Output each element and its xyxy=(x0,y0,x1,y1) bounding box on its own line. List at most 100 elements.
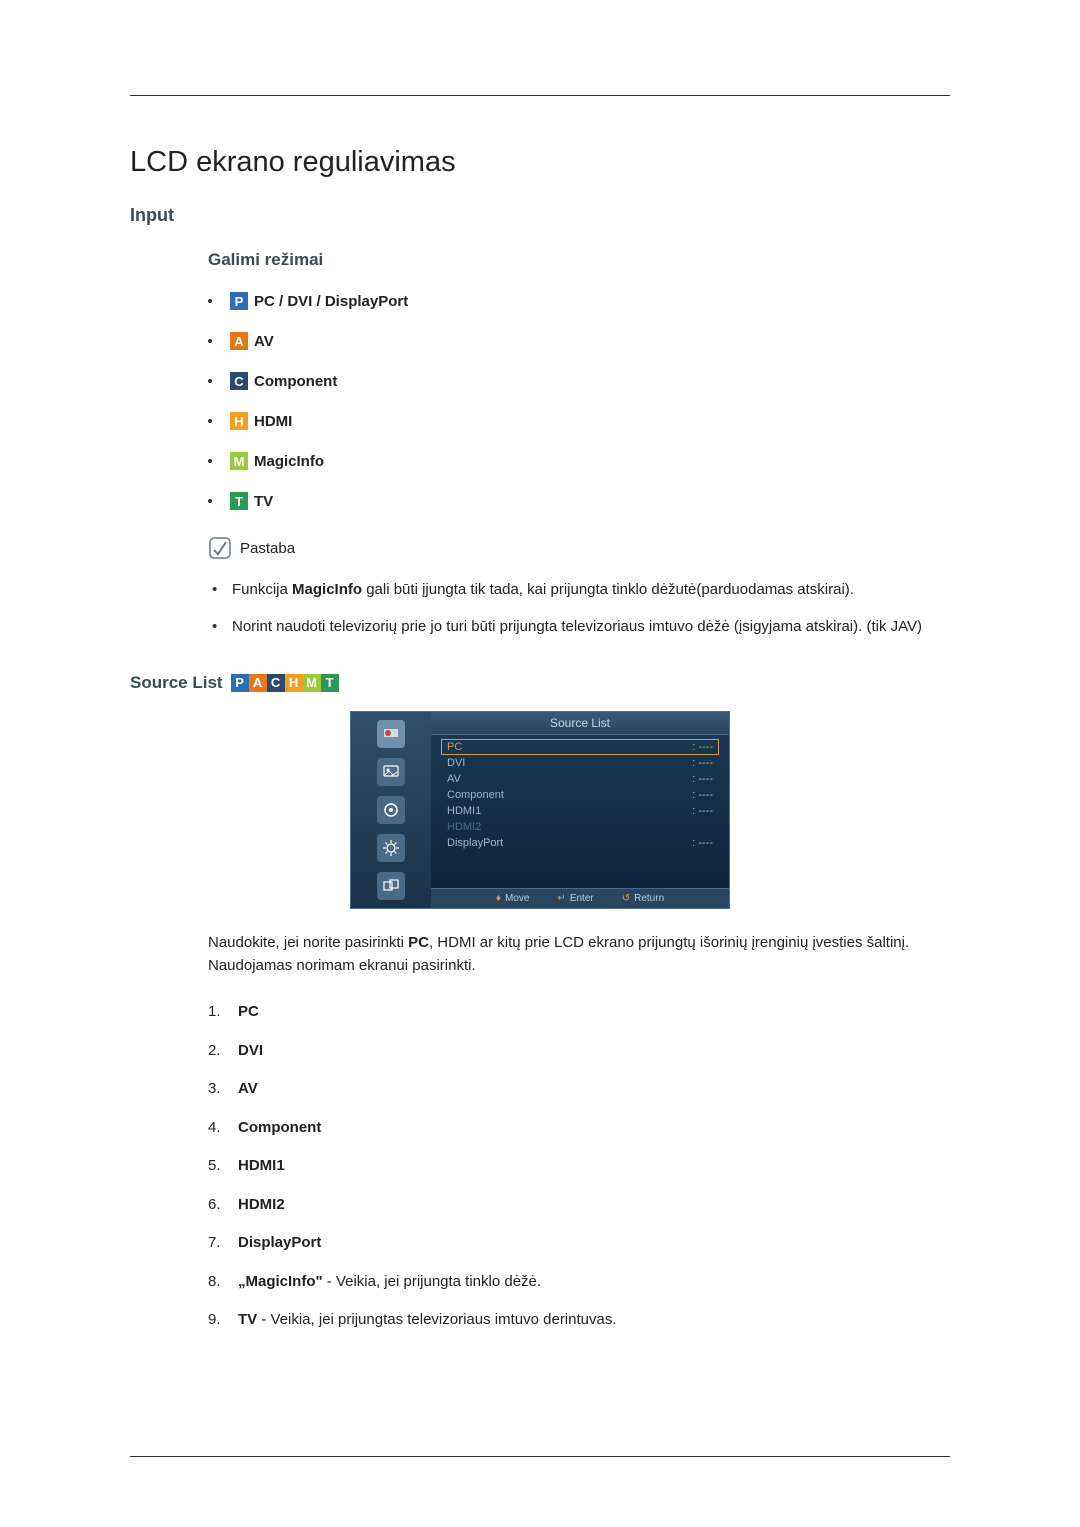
osd-footer-return: ↺ Return xyxy=(622,893,664,904)
source-bold: PC xyxy=(238,1003,259,1020)
osd-footer: ♦ Move ↵ Enter ↺ Return xyxy=(431,888,729,908)
desc-prefix: Naudokite, jei norite pasirinkti xyxy=(208,934,408,951)
mode-label: HDMI xyxy=(254,413,292,430)
source-list-description: Naudokite, jei norite pasirinkti PC, HDM… xyxy=(208,931,950,978)
osd-row-value: : ---- xyxy=(692,837,713,849)
mode-a-icon: A xyxy=(230,332,248,350)
osd-footer-move-label: Move xyxy=(505,893,529,904)
bullet-icon xyxy=(208,339,212,343)
source-bold: DisplayPort xyxy=(238,1234,321,1251)
input-heading: Input xyxy=(130,205,950,226)
bullet-icon xyxy=(208,299,212,303)
osd-footer-enter: ↵ Enter xyxy=(557,893,593,904)
source-list-mode-icons: P A C H M T xyxy=(231,674,339,692)
modes-heading: Galimi režimai xyxy=(208,250,950,270)
osd-row-value: : ---- xyxy=(692,789,713,801)
osd-row-label: HDMI2 xyxy=(447,821,481,833)
source-rest: - Veikia, jei prijungta tinklo dėžė. xyxy=(323,1273,541,1290)
source-item: PC xyxy=(208,1001,950,1024)
osd-row-value: : ---- xyxy=(692,741,713,753)
source-item: DisplayPort xyxy=(208,1232,950,1255)
osd-picture-icon[interactable] xyxy=(377,758,405,786)
mode-a-icon: A xyxy=(249,674,267,692)
osd-multi-icon[interactable] xyxy=(377,872,405,900)
osd-row-value: : ---- xyxy=(692,773,713,785)
top-divider xyxy=(130,95,950,96)
osd-row-label: DisplayPort xyxy=(447,837,503,849)
osd-row-value: : ---- xyxy=(692,805,713,817)
osd-row[interactable]: Component : ---- xyxy=(441,787,719,803)
mode-label: AV xyxy=(254,333,274,350)
mode-h-icon: H xyxy=(230,412,248,430)
bullet-icon xyxy=(208,419,212,423)
mode-item: M MagicInfo xyxy=(208,452,950,470)
osd-input-icon[interactable] xyxy=(377,720,405,748)
note-item: Norint naudoti televizorių prie jo turi … xyxy=(208,615,950,638)
source-bold: „MagicInfo" xyxy=(238,1273,323,1290)
return-icon: ↺ xyxy=(622,893,630,904)
osd-content: PC : ---- DVI : ---- AV : ---- Component… xyxy=(431,735,729,888)
mode-item: C Component xyxy=(208,372,950,390)
mode-p-icon: P xyxy=(230,292,248,310)
osd-row[interactable]: DisplayPort : ---- xyxy=(441,835,719,851)
source-bold: HDMI2 xyxy=(238,1196,285,1213)
source-item: Component xyxy=(208,1117,950,1140)
osd-row[interactable]: PC : ---- xyxy=(441,739,719,755)
source-bold: AV xyxy=(238,1080,258,1097)
source-item: HDMI1 xyxy=(208,1155,950,1178)
osd-row-label: HDMI1 xyxy=(447,805,481,817)
mode-label: PC / DVI / DisplayPort xyxy=(254,293,408,310)
note-rest: Norint naudoti televizorių prie jo turi … xyxy=(232,618,922,635)
bullet-icon xyxy=(208,379,212,383)
osd-footer-move: ♦ Move xyxy=(496,893,530,904)
osd-setup-icon[interactable] xyxy=(377,834,405,862)
mode-item: A AV xyxy=(208,332,950,350)
osd-row-label: Component xyxy=(447,789,504,801)
osd-header: Source List xyxy=(431,712,729,735)
osd-row[interactable]: DVI : ---- xyxy=(441,755,719,771)
osd-row-label: AV xyxy=(447,773,461,785)
bullet-icon xyxy=(208,499,212,503)
note-title: Pastaba xyxy=(240,540,295,557)
desc-bold: PC xyxy=(408,934,429,951)
enter-icon: ↵ xyxy=(557,893,565,904)
note-icon xyxy=(208,536,232,560)
osd-row-label: PC xyxy=(447,741,462,753)
mode-t-icon: T xyxy=(321,674,339,692)
note-list: Funkcija MagicInfo gali būti įjungta tik… xyxy=(208,578,950,639)
osd-body: Source List PC : ---- DVI : ---- AV : --… xyxy=(351,712,729,908)
bullet-icon xyxy=(208,459,212,463)
modes-list: P PC / DVI / DisplayPort A AV C Componen… xyxy=(208,292,950,510)
note-item: Funkcija MagicInfo gali būti įjungta tik… xyxy=(208,578,950,601)
osd-row-value: : ---- xyxy=(692,757,713,769)
source-list-heading: Source List P A C H M T xyxy=(130,673,950,693)
mode-m-icon: M xyxy=(230,452,248,470)
note-rest: gali būti įjungta tik tada, kai prijungt… xyxy=(362,581,854,598)
source-rest: - Veikia, jei prijungtas televizoriaus i… xyxy=(257,1311,616,1328)
bottom-divider xyxy=(130,1456,950,1457)
mode-m-icon: M xyxy=(303,674,321,692)
mode-c-icon: C xyxy=(230,372,248,390)
osd-footer-return-label: Return xyxy=(634,893,664,904)
osd-row[interactable]: AV : ---- xyxy=(441,771,719,787)
note-prefix: Funkcija xyxy=(232,581,292,598)
osd-sidebar xyxy=(351,712,431,908)
source-bold: TV xyxy=(238,1311,257,1328)
source-bold: HDMI1 xyxy=(238,1157,285,1174)
osd-sound-icon[interactable] xyxy=(377,796,405,824)
osd-row[interactable]: HDMI1 : ---- xyxy=(441,803,719,819)
note-bold: MagicInfo xyxy=(292,581,362,598)
source-item: „MagicInfo" - Veikia, jei prijungta tink… xyxy=(208,1271,950,1294)
source-bold: Component xyxy=(238,1119,321,1136)
osd-menu: Source List PC : ---- DVI : ---- AV : --… xyxy=(350,711,730,909)
mode-item: T TV xyxy=(208,492,950,510)
mode-item: P PC / DVI / DisplayPort xyxy=(208,292,950,310)
source-item: AV xyxy=(208,1078,950,1101)
note-header: Pastaba xyxy=(208,536,950,560)
page-title: LCD ekrano reguliavimas xyxy=(130,146,950,179)
mode-h-icon: H xyxy=(285,674,303,692)
updown-icon: ♦ xyxy=(496,893,501,904)
mode-t-icon: T xyxy=(230,492,248,510)
mode-c-icon: C xyxy=(267,674,285,692)
osd-row-label: DVI xyxy=(447,757,465,769)
